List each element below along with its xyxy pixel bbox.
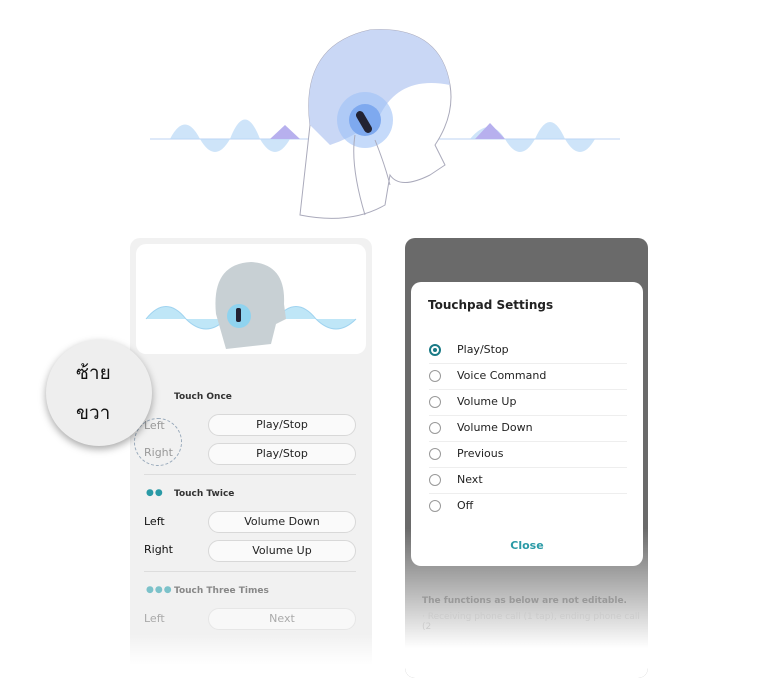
touch-once-title: Touch Once — [174, 392, 232, 402]
magnifier-callout: ซ้าย ขวา — [46, 340, 152, 446]
touch-twice-dots: ●● — [146, 488, 164, 498]
option-voice-command[interactable]: Voice Command — [429, 364, 627, 390]
touch-once-right-select[interactable]: Play/Stop — [208, 443, 356, 465]
callout-right-thai: ขวา — [76, 402, 111, 424]
touch-twice-left-label: Left — [144, 515, 165, 528]
divider — [144, 571, 356, 572]
option-volume-up[interactable]: Volume Up — [429, 390, 627, 416]
touch-three-left-label: Left — [144, 612, 165, 625]
touch-once-left-select[interactable]: Play/Stop — [208, 414, 356, 436]
touch-three-title: Touch Three Times — [174, 586, 269, 596]
dialog-title: Touchpad Settings — [428, 298, 554, 312]
touch-twice-title: Touch Twice — [174, 489, 235, 499]
radio-icon — [429, 396, 441, 408]
touch-twice-left-select[interactable]: Volume Down — [208, 511, 356, 533]
option-play-stop[interactable]: Play/Stop — [429, 338, 627, 364]
radio-icon — [429, 448, 441, 460]
radio-icon — [429, 422, 441, 434]
not-editable-note: The functions as below are not editable. — [422, 596, 627, 606]
close-button[interactable]: Close — [411, 539, 643, 552]
divider — [144, 474, 356, 475]
radio-icon — [429, 500, 441, 512]
touchpad-settings-dialog: Touchpad Settings Play/Stop Voice Comman… — [411, 282, 643, 566]
touch-twice-right-label: Right — [144, 543, 173, 556]
option-previous[interactable]: Previous — [429, 442, 627, 468]
callout-left-thai: ซ้าย — [76, 362, 111, 384]
radio-selected-icon — [429, 344, 441, 356]
option-off[interactable]: Off — [429, 494, 627, 520]
not-editable-detail: · Receiving phone call (1 tap), ending p… — [422, 612, 640, 632]
panel-illustration — [136, 244, 366, 354]
fade-overlay — [130, 634, 372, 678]
option-next[interactable]: Next — [429, 468, 627, 494]
touch-twice-right-select[interactable]: Volume Up — [208, 540, 356, 562]
radio-icon — [429, 370, 441, 382]
touch-three-left-select[interactable]: Next — [208, 608, 356, 630]
touch-three-dots: ●●● — [146, 585, 173, 595]
magnifier-target-ring — [134, 418, 182, 466]
option-volume-down[interactable]: Volume Down — [429, 416, 627, 442]
hero-illustration — [150, 29, 620, 219]
radio-icon — [429, 474, 441, 486]
